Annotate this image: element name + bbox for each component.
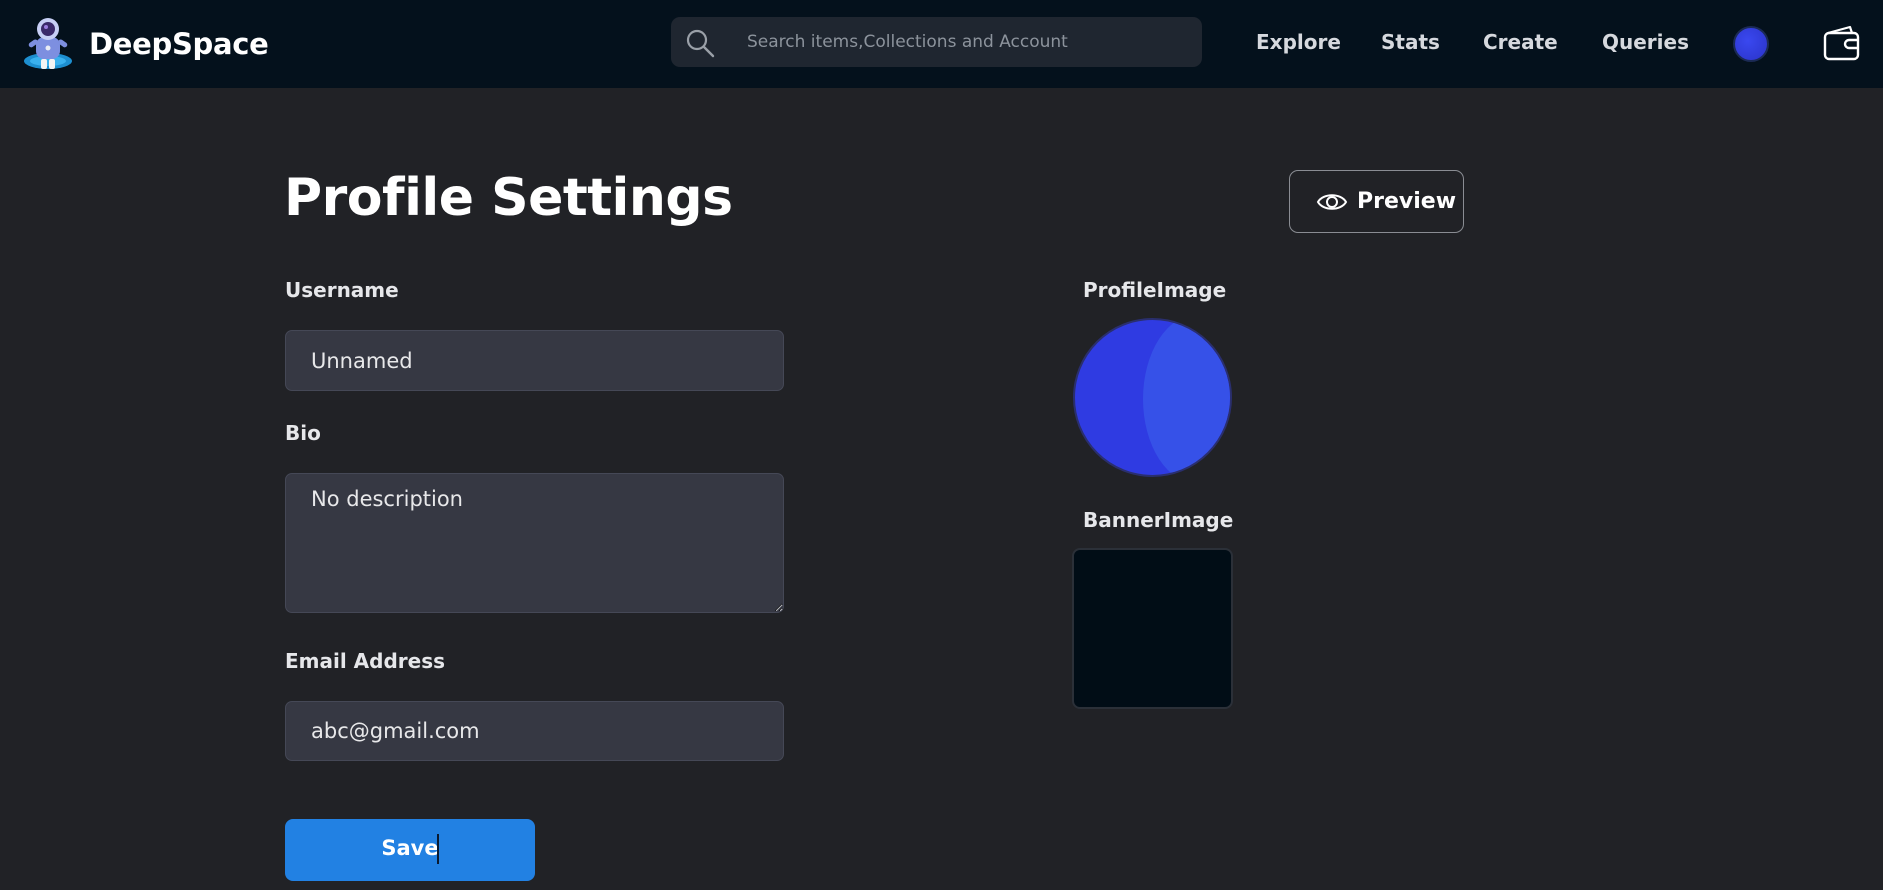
email-input[interactable] [285,701,784,761]
nav-link-explore[interactable]: Explore [1256,30,1341,54]
brand-name[interactable]: DeepSpace [89,27,269,61]
search-bar [671,17,1202,67]
profile-image-label: ProfileImage [1083,278,1227,302]
save-button[interactable]: Save [285,819,535,881]
text-caret [437,834,439,864]
search-icon[interactable] [684,27,716,59]
user-avatar[interactable] [1733,26,1769,62]
banner-image-upload[interactable] [1072,548,1233,709]
astronaut-logo-icon[interactable] [22,17,74,73]
banner-image-label: BannerImage [1083,508,1234,532]
bio-textarea[interactable]: No description [285,473,784,613]
preview-button-label: Preview [1357,189,1457,214]
username-label: Username [285,278,399,302]
nav-link-queries[interactable]: Queries [1602,30,1689,54]
preview-button[interactable]: Preview [1289,170,1464,233]
search-input[interactable] [747,25,1187,59]
profile-image-upload[interactable] [1073,318,1232,477]
save-button-label: Save [381,836,439,860]
top-navbar: DeepSpace Explore Stats Create Queries [0,0,1883,88]
email-label: Email Address [285,649,446,673]
profile-image-preview [1143,320,1230,475]
username-input[interactable] [285,330,784,391]
bio-label: Bio [285,421,321,445]
nav-link-create[interactable]: Create [1483,30,1558,54]
page-title: Profile Settings [284,168,733,228]
wallet-icon[interactable] [1822,25,1862,63]
nav-link-stats[interactable]: Stats [1381,30,1440,54]
eye-icon [1316,189,1348,215]
